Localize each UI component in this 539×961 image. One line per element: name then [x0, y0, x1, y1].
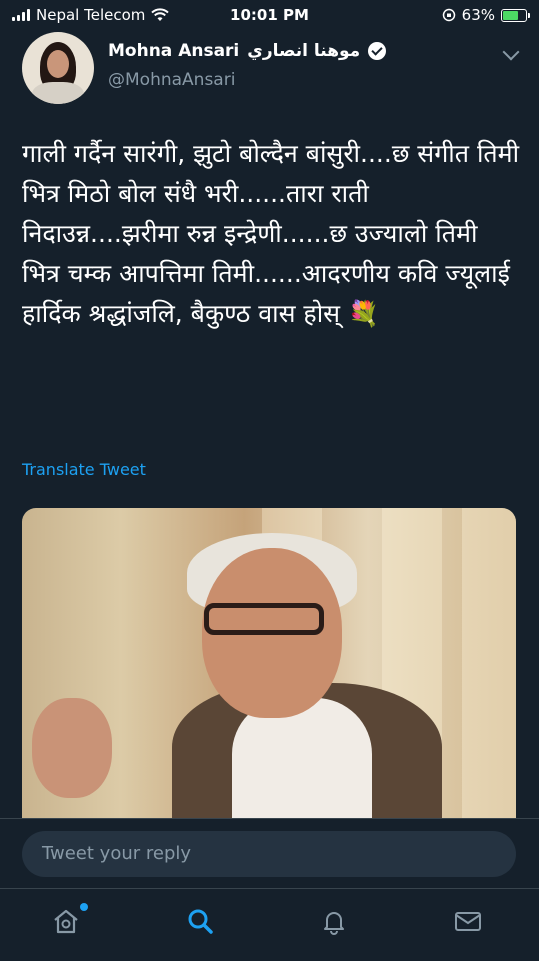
tab-notifications[interactable]	[318, 905, 358, 945]
tweet-text: गाली गर्दैन सारंगी, झुटो बोल्दैन बांसुरी…	[22, 139, 520, 328]
tab-bar	[0, 888, 539, 961]
search-icon	[188, 909, 213, 934]
notification-dot	[80, 903, 88, 911]
status-right: 63%	[442, 6, 530, 24]
tab-home[interactable]	[50, 903, 90, 945]
tab-messages[interactable]	[452, 905, 492, 945]
reply-input[interactable]: Tweet your reply	[22, 831, 516, 877]
author-name[interactable]: Mohna Ansari	[108, 41, 239, 61]
status-bar: Nepal Telecom 10:01 PM 63%	[0, 0, 539, 30]
tab-search[interactable]	[184, 905, 224, 945]
author-handle[interactable]: @MohnaAnsari	[108, 70, 235, 90]
verified-badge-icon	[368, 42, 387, 60]
mail-icon	[455, 912, 481, 931]
author-name-arabic[interactable]: موهنا انصاري	[247, 41, 360, 61]
bell-icon	[324, 912, 344, 935]
battery-icon	[501, 8, 530, 22]
home-icon	[54, 909, 78, 934]
reply-bar: Tweet your reply	[0, 818, 539, 889]
chevron-down-icon[interactable]	[502, 43, 520, 61]
battery-percent: 63%	[461, 6, 495, 24]
reply-placeholder: Tweet your reply	[42, 843, 192, 864]
author-name-row[interactable]: Mohna Ansari موهنا انصاري	[108, 41, 387, 61]
tweet-photo[interactable]	[22, 508, 516, 818]
avatar[interactable]	[22, 32, 94, 104]
translate-tweet-link[interactable]: Translate Tweet	[22, 460, 146, 479]
orientation-lock-icon	[442, 8, 455, 22]
